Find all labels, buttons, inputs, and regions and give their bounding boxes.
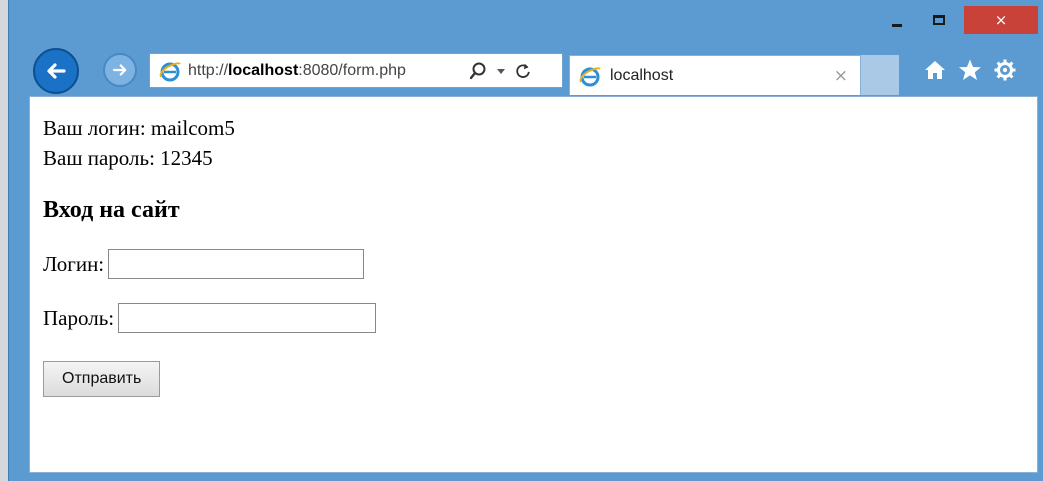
ie-icon [156, 57, 184, 85]
tab-close-icon[interactable]: × [834, 66, 848, 86]
address-tools [468, 61, 532, 81]
maximize-icon [933, 15, 945, 25]
login-info-text: Ваш логин: mailcom5 [43, 116, 235, 140]
forward-button[interactable] [103, 53, 137, 87]
favorites-star-icon[interactable] [956, 56, 984, 84]
gear-icon[interactable] [991, 56, 1019, 84]
forward-arrow-icon [112, 64, 127, 76]
url-host: localhost [228, 61, 299, 79]
tab-localhost[interactable]: localhost × [569, 55, 861, 95]
tab-ie-icon [576, 62, 604, 90]
url-text[interactable]: http://localhost:8080/form.php [188, 62, 460, 80]
browser-window: × http://localhost:8080/form.php localho… [8, 0, 1043, 481]
back-arrow-icon [47, 63, 66, 79]
page-content: Ваш логин: mailcom5 Ваш пароль: 12345 Вх… [29, 96, 1038, 473]
address-bar[interactable]: http://localhost:8080/form.php [149, 53, 563, 88]
new-tab-button[interactable] [861, 55, 899, 95]
submit-button[interactable]: Отправить [43, 361, 161, 397]
search-icon[interactable] [468, 61, 488, 81]
maximize-button[interactable] [921, 6, 957, 34]
close-icon: × [994, 11, 1008, 29]
minimize-button[interactable] [879, 6, 915, 34]
form-heading: Вход на сайт [43, 197, 180, 223]
password-row: Пароль: [43, 303, 1037, 333]
login-input[interactable] [108, 249, 365, 279]
password-label: Пароль: [43, 305, 115, 330]
url-prefix: http:// [188, 61, 229, 79]
login-row: Логин: [43, 249, 1037, 279]
password-info-text: Ваш пароль: 12345 [43, 146, 213, 170]
close-window-button[interactable]: × [964, 6, 1038, 34]
minimize-icon [892, 23, 902, 27]
dropdown-arrow-icon[interactable] [496, 66, 506, 76]
home-icon[interactable] [921, 56, 949, 84]
refresh-icon[interactable] [514, 62, 532, 80]
login-label: Логин: [43, 251, 105, 276]
back-button[interactable] [33, 48, 79, 94]
tab-title: localhost [610, 66, 674, 84]
password-input[interactable] [118, 303, 377, 333]
url-suffix: :8080/form.php [298, 61, 406, 79]
